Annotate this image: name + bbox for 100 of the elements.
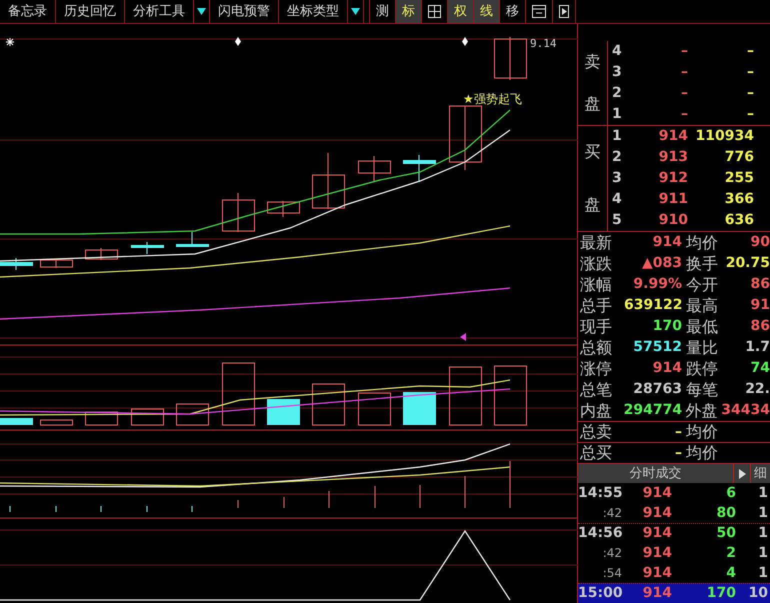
trade-row[interactable]: 15:00 914 170 10: [578, 583, 770, 603]
toolbar-button[interactable]: 坐标类型: [279, 0, 347, 23]
stat-value: 639122: [624, 296, 682, 315]
count-cell-text: 1: [757, 524, 769, 543]
toolbar-button[interactable]: 历史回忆: [56, 0, 124, 23]
next-button[interactable]: [733, 464, 751, 483]
rank-cell-text: 2: [611, 148, 623, 167]
total-label: 均价: [685, 442, 718, 464]
time-cell-text: 14:56: [578, 524, 622, 543]
volume-cell-text: 4: [725, 564, 736, 582]
volume-bar: [494, 366, 527, 426]
asterisk-icon: [6, 38, 14, 46]
stat-value: 57512: [632, 338, 682, 357]
volume-cell-text: 50: [716, 524, 736, 543]
stat-value: 28763: [632, 380, 682, 399]
candlestick-icon: [403, 154, 436, 182]
toolbar-button[interactable]: 闪电预警: [210, 0, 278, 23]
volume-bar: [176, 404, 209, 426]
stat-value: 90: [750, 233, 770, 252]
time-cell-text: :42: [602, 505, 622, 522]
count-cell-text: 1: [757, 564, 769, 582]
volume-bar: [358, 392, 391, 426]
toolbar-toggle[interactable]: 权: [447, 0, 473, 23]
stat-value: 294774: [624, 401, 682, 420]
toolbar-button[interactable]: 备忘录: [0, 0, 55, 23]
trade-row[interactable]: 14:56 914 50 1: [578, 523, 770, 543]
stat-label: 涨跌: [579, 252, 613, 274]
stat-value: ▲083: [641, 254, 682, 273]
price-cell-text: –: [680, 105, 688, 124]
stat-label: 总手: [579, 294, 613, 316]
stat-value: 86: [750, 275, 770, 294]
stat-label: 涨停: [579, 358, 613, 380]
play-icon: [559, 5, 569, 18]
stat-label: 总额: [579, 336, 613, 358]
price-cell-text: 914: [642, 504, 672, 522]
panel-title: 分时成交: [628, 465, 682, 483]
volume-cell-text: 636: [724, 211, 754, 230]
count-cell-text: 1: [757, 544, 769, 562]
rank-cell-text: 4: [611, 42, 623, 61]
time-cell-text: 14:55: [578, 484, 622, 502]
trade-row[interactable]: 14:55 914 6 1: [578, 483, 770, 503]
trade-row[interactable]: :54 914 4 1: [578, 563, 770, 583]
caret-icon[interactable]: [197, 7, 206, 16]
volume-cell-text: –: [746, 84, 754, 103]
diamond-icon: [235, 37, 241, 46]
toolbar-toggle[interactable]: 线: [473, 0, 499, 23]
panel-tab[interactable]: 细: [751, 464, 770, 483]
stat-label: 最高: [685, 294, 719, 316]
candlestick-icon: [222, 192, 255, 232]
count-cell-text: 1: [757, 504, 769, 522]
price-cell-text: 914: [642, 524, 672, 543]
stat-label: 最低: [685, 316, 719, 338]
price-label: 9.14: [530, 36, 556, 52]
stat-value: 914: [652, 233, 682, 252]
candlestick-icon: [40, 258, 73, 268]
diamond-icon: [462, 37, 468, 46]
volume-bar: [131, 408, 164, 426]
stat-value: 86: [750, 317, 770, 336]
stat-value: 9.99%: [632, 275, 682, 294]
volume-cell-text: 366: [724, 190, 754, 209]
time-cell-text: 15:00: [578, 584, 622, 603]
side-label: 卖: [584, 51, 600, 73]
toolbar-toggle[interactable]: 标: [395, 0, 421, 23]
candlestick-icon: [85, 248, 118, 260]
stat-value: 74: [750, 359, 770, 378]
volume-bar: [312, 384, 345, 426]
volume-bar: [267, 399, 300, 425]
volume-bar: [403, 392, 436, 425]
trade-row[interactable]: :42 914 2 1: [578, 543, 770, 563]
price-cell-text: 914: [642, 544, 672, 562]
price-cell-text: 910: [658, 211, 688, 230]
stat-value: 22.: [744, 380, 770, 399]
stat-label: 换手: [685, 252, 719, 274]
caret-icon[interactable]: [351, 7, 360, 16]
stat-label: 涨幅: [579, 274, 613, 296]
stat-value: 20.75: [724, 254, 770, 273]
signal-label: ★强势起飞: [463, 91, 522, 108]
candlestick-icon: [131, 242, 164, 254]
volume-cell-text: 2: [725, 544, 736, 562]
window-icon: [532, 5, 546, 18]
price-cell-text: 914: [642, 484, 672, 502]
side-label: 买: [584, 141, 600, 164]
trade-row[interactable]: :42 914 80 1: [578, 503, 770, 523]
price-cell-text: –: [680, 63, 688, 82]
stat-label: 外盘: [684, 400, 719, 422]
stat-label: 最新: [579, 232, 613, 254]
rank-cell-text: 3: [611, 63, 623, 82]
total-label: 均价: [685, 421, 718, 443]
stat-value: 91: [750, 296, 770, 315]
stat-value: 34434: [721, 401, 770, 420]
rank-cell-text: 2: [611, 84, 623, 103]
total-label: 总买: [579, 442, 613, 464]
rank-cell-text: 4: [611, 190, 623, 209]
toolbar-button[interactable]: 分析工具: [125, 0, 193, 23]
stat-label: 跌停: [685, 358, 719, 380]
volume-cell-text: –: [746, 42, 754, 61]
candlestick-icon: [267, 200, 300, 218]
candlestick-icon: [176, 232, 209, 248]
price-cell-text: 913: [658, 148, 688, 167]
volume-bar: [0, 418, 33, 425]
